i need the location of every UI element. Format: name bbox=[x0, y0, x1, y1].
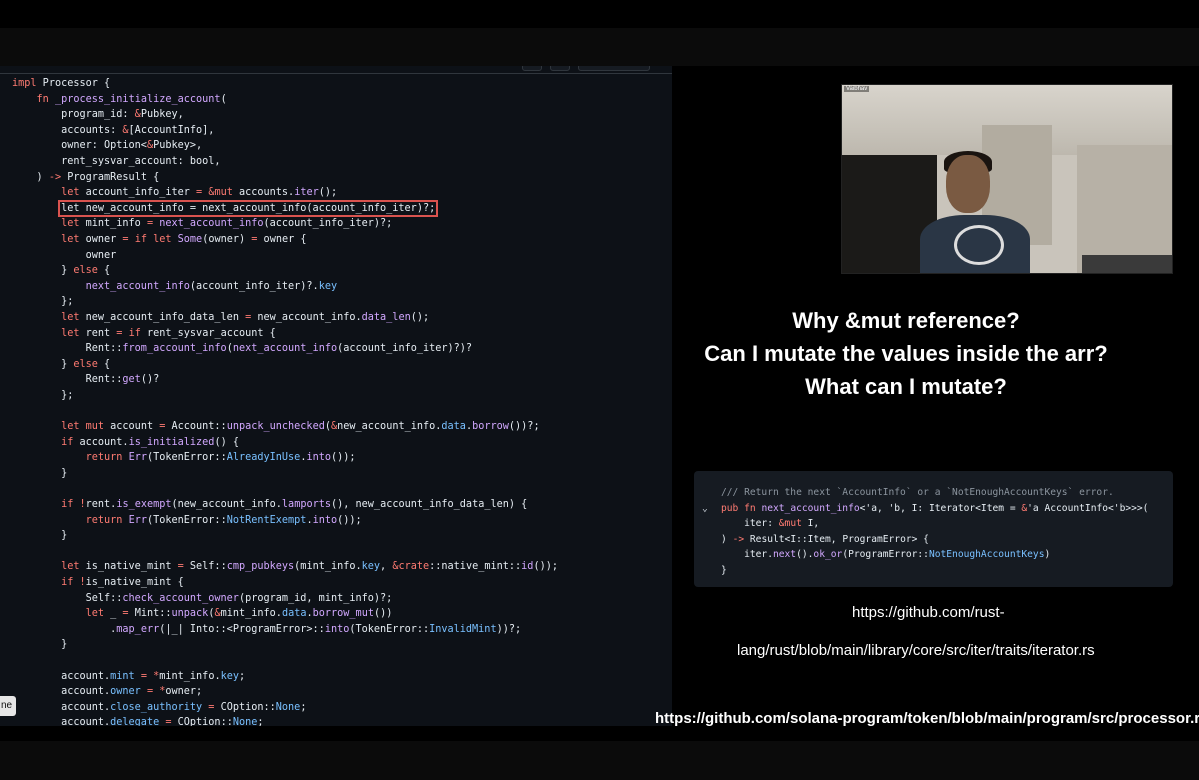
code-line: } else { bbox=[12, 358, 111, 370]
top-strip bbox=[0, 28, 1199, 66]
code-line: } bbox=[12, 530, 68, 542]
code-line: accounts: &[AccountInfo], bbox=[12, 124, 215, 136]
code-line: iter: &mut I, bbox=[721, 518, 820, 530]
header-button[interactable] bbox=[522, 66, 542, 71]
side-tab[interactable]: ne bbox=[0, 696, 16, 716]
code-line: Rent::get()? bbox=[12, 374, 160, 386]
code-line: program_id: &Pubkey, bbox=[12, 109, 184, 121]
code-line: if account.is_initialized() { bbox=[61, 436, 239, 448]
code-line: }; bbox=[12, 296, 74, 308]
code-line: } bbox=[12, 467, 68, 479]
code-line: } bbox=[721, 564, 727, 576]
code-line: Rent::from_account_info(next_account_inf… bbox=[12, 343, 473, 355]
code-line: account.delegate = COption::None; bbox=[12, 717, 264, 726]
question-1: Why &mut reference? bbox=[792, 308, 1020, 333]
code-line: Self::check_account_owner(program_id, mi… bbox=[12, 592, 393, 604]
header-button[interactable] bbox=[550, 66, 570, 71]
code-line: owner: Option<&Pubkey>, bbox=[12, 140, 203, 152]
code-line: ⌄ pub fn next_account_info<'a, 'b, I: Ite… bbox=[694, 501, 1173, 517]
next-account-info-snippet: /// Return the next `AccountInfo` or a `… bbox=[694, 471, 1173, 587]
code-lines: impl Processor { fn _process_initialize_… bbox=[12, 76, 558, 726]
code-line: fn _process_initialize_account( bbox=[36, 93, 227, 105]
code-line: let _ = Mint::unpack(&mint_info.data.bor… bbox=[85, 608, 393, 620]
code-line: ) -> ProgramResult { bbox=[12, 171, 160, 183]
code-line: if !is_native_mint { bbox=[61, 577, 184, 588]
microphone-stand bbox=[954, 225, 1004, 265]
code-line: impl Processor { bbox=[12, 78, 111, 89]
webcam-feed: Vaibhav bbox=[841, 84, 1173, 274]
code-pane-header bbox=[0, 66, 672, 74]
code-line: next_account_info(account_info_iter)?.ke… bbox=[85, 280, 338, 292]
code-line: return Err(TokenError::NotRentExempt.int… bbox=[85, 514, 362, 526]
processor-link[interactable]: https://github.com/solana-program/token/… bbox=[655, 710, 1199, 727]
code-line: let is_native_mint = Self::cmp_pubkeys(m… bbox=[61, 561, 558, 573]
code-line: }; bbox=[12, 389, 74, 401]
iterator-link-line-2[interactable]: lang/rust/blob/main/library/core/src/ite… bbox=[737, 642, 1095, 659]
code-line: let new_account_info_data_len = new_acco… bbox=[61, 311, 430, 323]
code-line: /// Return the next `AccountInfo` or a `… bbox=[721, 487, 1114, 498]
question-block: Why &mut reference? Can I mutate the val… bbox=[672, 304, 1140, 403]
code-pane[interactable]: impl Processor { fn _process_initialize_… bbox=[0, 66, 672, 726]
webcam-label: Vaibhav bbox=[844, 86, 870, 92]
code-line: account.close_authority = COption::None; bbox=[12, 701, 307, 713]
code-line: .map_err(|_| Into::<ProgramError>::into(… bbox=[12, 623, 522, 635]
code-line: iter.next().ok_or(ProgramError::NotEnoug… bbox=[721, 549, 1051, 561]
iterator-link-line-1[interactable]: https://github.com/rust- bbox=[852, 604, 1005, 621]
code-line: let mint_info = next_account_info(accoun… bbox=[61, 218, 393, 230]
top-bar bbox=[0, 0, 1199, 28]
bottom-bar bbox=[0, 741, 1199, 780]
highlighted-statement: let new_account_info = next_account_info… bbox=[58, 199, 439, 217]
chevron-down-icon[interactable]: ⌄ bbox=[702, 501, 708, 517]
code-line: } bbox=[12, 639, 68, 651]
code-line: let mut account = Account::unpack_unchec… bbox=[61, 421, 540, 433]
header-button[interactable] bbox=[578, 66, 650, 71]
code-line: account.owner = *owner; bbox=[12, 686, 203, 698]
code-line: let owner = if let Some(owner) = owner { bbox=[61, 233, 307, 245]
code-line: owner bbox=[12, 249, 117, 261]
question-3: What can I mutate? bbox=[805, 374, 1007, 399]
code-line: ) -> Result<I::Item, ProgramError> { bbox=[721, 533, 929, 545]
code-line: let account_info_iter = &mut accounts.it… bbox=[61, 187, 338, 199]
code-line: if !rent.is_exempt(new_account_info.lamp… bbox=[61, 499, 528, 511]
code-line: let new_account_info = next_account_info… bbox=[12, 199, 558, 217]
code-line: let rent = if rent_sysvar_account { bbox=[61, 327, 276, 339]
code-line: account.mint = *mint_info.key; bbox=[12, 670, 246, 682]
code-line: return Err(TokenError::AlreadyInUse.into… bbox=[85, 452, 356, 464]
code-line: rent_sysvar_account: bool, bbox=[12, 155, 221, 167]
code-line: } else { bbox=[12, 265, 111, 277]
question-2: Can I mutate the values inside the arr? bbox=[704, 341, 1108, 366]
